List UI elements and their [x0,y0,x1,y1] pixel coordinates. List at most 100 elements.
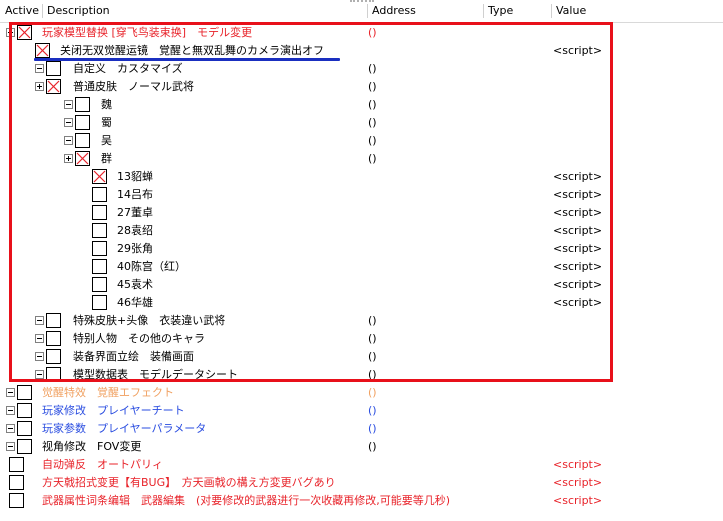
collapse-icon[interactable] [64,136,73,145]
table-row[interactable]: 群 () [0,150,723,168]
table-row[interactable]: 方天戟招式变更【有BUG】 方天画戟の構え方変更バグあり <script> [0,474,723,492]
table-row[interactable]: 模型数据表 モデルデータシート () [0,366,723,384]
row-description: 模型数据表 モデルデータシート [73,368,238,381]
active-checkbox[interactable] [92,277,107,292]
table-row[interactable]: 视角修改 FOV変更 () [0,438,723,456]
collapse-icon[interactable] [35,334,44,343]
active-checkbox[interactable] [46,367,61,382]
row-value[interactable]: <script> [553,258,602,276]
row-value[interactable]: <script> [553,168,602,186]
table-row[interactable]: 自动弹反 オートパリィ <script> [0,456,723,474]
table-row[interactable]: 觉醒特效 覚醒エフェクト () [0,384,723,402]
collapse-icon[interactable] [35,370,44,379]
row-value[interactable]: <script> [553,474,602,492]
active-checkbox[interactable] [92,259,107,274]
active-checkbox[interactable] [92,223,107,238]
table-row[interactable]: 魏 () [0,96,723,114]
row-value[interactable]: <script> [553,276,602,294]
row-address: () [368,134,377,147]
row-value[interactable]: <script> [553,492,602,510]
row-description: 视角修改 FOV変更 [42,440,142,453]
row-description: 40陈宫（红） [117,260,186,273]
table-row[interactable]: 自定义 カスタマイズ () [0,60,723,78]
table-row[interactable]: 46华雄 <script> [0,294,723,312]
table-row[interactable]: 特别人物 その他のキャラ () [0,330,723,348]
expand-icon[interactable] [6,28,15,37]
active-checkbox[interactable] [46,61,61,76]
row-value[interactable]: <script> [553,42,602,60]
row-description: 觉醒特效 覚醒エフェクト [42,386,174,399]
collapse-icon[interactable] [6,442,15,451]
active-checkbox[interactable] [17,421,32,436]
table-row[interactable]: 40陈宫（红） <script> [0,258,723,276]
row-description: 特别人物 その他のキャラ [73,332,205,345]
row-value[interactable]: <script> [553,186,602,204]
row-address: () [368,152,377,165]
collapse-icon[interactable] [64,100,73,109]
active-checkbox[interactable] [92,241,107,256]
table-row[interactable]: 特殊皮肤+头像 衣装違い武将 () [0,312,723,330]
active-checkbox[interactable] [17,403,32,418]
active-checkbox[interactable] [9,475,24,490]
table-row[interactable]: 蜀 () [0,114,723,132]
row-value[interactable]: <script> [553,456,602,474]
table-row[interactable]: 装备界面立绘 装備画面 () [0,348,723,366]
expand-icon[interactable] [64,154,73,163]
row-description: 13貂蝉 [117,170,153,183]
active-checkbox[interactable] [46,79,61,94]
collapse-icon[interactable] [35,352,44,361]
table-row[interactable]: 关闭无双觉醒运镜 覚醒と無双乱舞のカメラ演出オフ <script> [0,42,723,60]
collapse-icon[interactable] [35,64,44,73]
active-checkbox[interactable] [92,187,107,202]
active-checkbox[interactable] [92,295,107,310]
header-value[interactable]: Value [551,0,723,22]
active-checkbox[interactable] [75,151,90,166]
active-checkbox[interactable] [92,169,107,184]
row-description: 装备界面立绘 装備画面 [73,350,194,363]
collapse-icon[interactable] [6,406,15,415]
table-row[interactable]: 13貂蝉 <script> [0,168,723,186]
header-type[interactable]: Type [483,0,551,22]
table-row[interactable]: 14吕布 <script> [0,186,723,204]
header-active[interactable]: Active [0,0,42,22]
active-checkbox[interactable] [46,331,61,346]
expand-icon[interactable] [35,82,44,91]
row-description: 29张角 [117,242,153,255]
active-checkbox[interactable] [75,115,90,130]
active-checkbox[interactable] [17,439,32,454]
row-value[interactable]: <script> [553,222,602,240]
table-row[interactable]: 29张角 <script> [0,240,723,258]
row-address: () [368,422,377,435]
active-checkbox[interactable] [46,313,61,328]
active-checkbox[interactable] [75,97,90,112]
table-row[interactable]: 玩家参数 プレイヤーパラメータ () [0,420,723,438]
active-checkbox[interactable] [75,133,90,148]
header-address[interactable]: Address [367,0,483,22]
collapse-icon[interactable] [35,316,44,325]
table-row[interactable]: 27董卓 <script> [0,204,723,222]
header-description[interactable]: Description [42,0,368,22]
collapse-icon[interactable] [64,118,73,127]
row-value[interactable]: <script> [553,294,602,312]
table-row[interactable]: 玩家修改 プレイヤーチート () [0,402,723,420]
active-checkbox[interactable] [9,457,24,472]
active-checkbox[interactable] [9,493,24,508]
row-address: () [368,332,377,345]
collapse-icon[interactable] [6,424,15,433]
active-checkbox[interactable] [35,43,50,58]
active-checkbox[interactable] [92,205,107,220]
collapse-icon[interactable] [6,388,15,397]
table-row[interactable]: 玩家模型替换 [穿飞鸟装束换] モデル変更 () [0,24,723,42]
table-row[interactable]: 45袁术 <script> [0,276,723,294]
row-value[interactable]: <script> [553,204,602,222]
active-checkbox[interactable] [17,25,32,40]
table-row[interactable]: 普通皮肤 ノーマル武将 () [0,78,723,96]
row-description: 魏 [101,98,112,111]
active-checkbox[interactable] [46,349,61,364]
table-row[interactable]: 武器属性词条编辑 武器編集 (对要修改的武器进行一次收藏再修改,可能要等几秒) … [0,492,723,510]
table-row[interactable]: 吴 () [0,132,723,150]
row-value[interactable]: <script> [553,240,602,258]
row-description: 群 [101,152,112,165]
table-row[interactable]: 28袁绍 <script> [0,222,723,240]
active-checkbox[interactable] [17,385,32,400]
